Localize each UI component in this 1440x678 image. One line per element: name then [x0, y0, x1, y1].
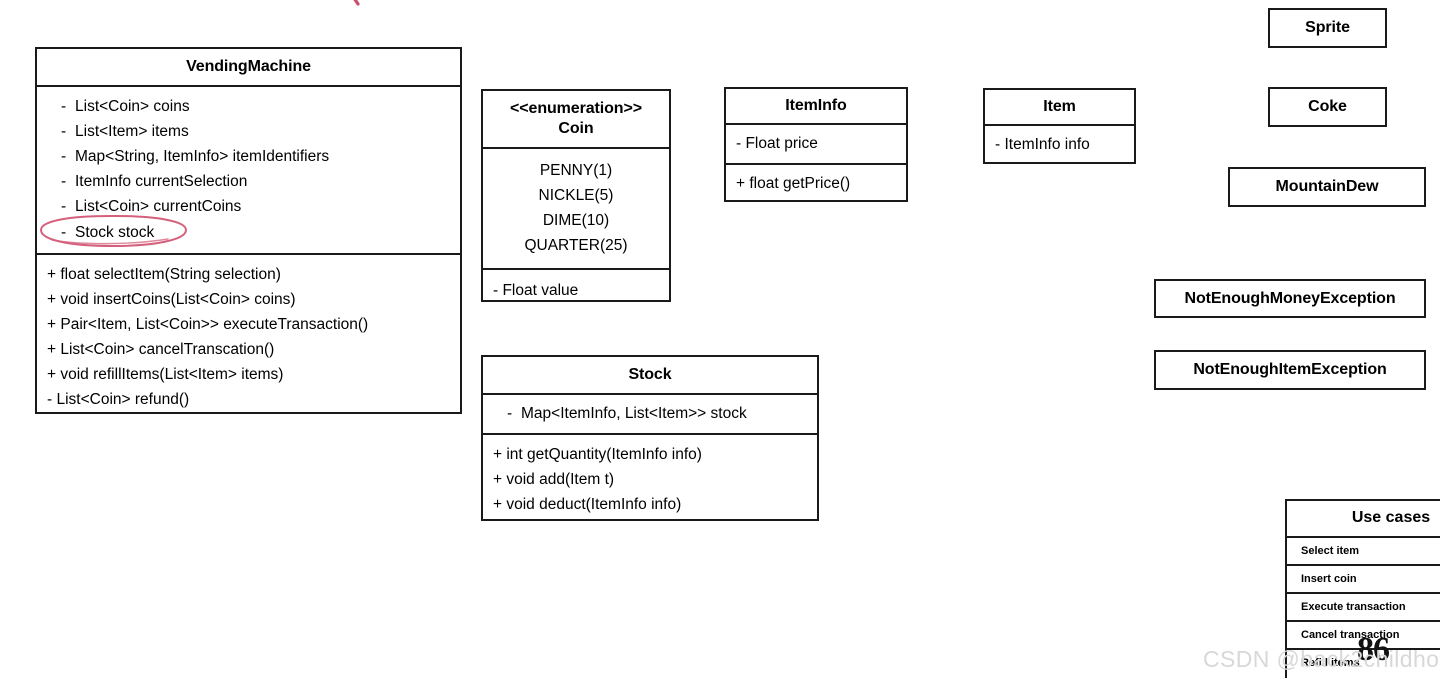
method-row: - List<Coin> refund()	[47, 391, 190, 409]
class-title-text: VendingMachine	[186, 58, 311, 75]
class-title-text: Item	[1043, 98, 1076, 115]
class-title-text: NotEnoughMoneyException	[1184, 289, 1396, 307]
attributes-compartment-item: - ItemInfo info	[985, 124, 1134, 164]
class-title-text: Stock	[628, 366, 672, 383]
attributes-compartment-vending-machine: - List<Coin> coins - List<Item> items - …	[37, 85, 460, 253]
methods-compartment-vending-machine: + float selectItem(String selection) + v…	[37, 252, 460, 421]
class-box-vending-machine: VendingMachine - List<Coin> coins - List…	[35, 47, 462, 414]
red-ink-stroke-annotation	[353, 0, 360, 6]
attribute-row-stock-stock: - Stock stock	[37, 220, 460, 245]
stereotype-text: <<enumeration>>	[510, 100, 642, 117]
visibility-marker: -	[61, 123, 67, 141]
diagram-canvas: VendingMachine - List<Coin> coins - List…	[0, 0, 1440, 678]
class-title-text: Coke	[1308, 98, 1347, 115]
class-title-text: MountainDew	[1275, 178, 1379, 195]
method-row: + Pair<Item, List<Coin>> executeTransact…	[47, 315, 369, 333]
enum-title-text: Coin	[558, 120, 594, 137]
attribute-row: - List<Coin> currentCoins	[37, 194, 460, 219]
class-title-text: ItemInfo	[785, 97, 847, 114]
attribute-text: ItemInfo currentSelection	[75, 173, 248, 191]
method-row: + int getQuantity(ItemInfo info)	[493, 446, 702, 464]
visibility-marker: -	[61, 148, 67, 166]
enum-literal-row: DIME(10)	[542, 212, 610, 230]
class-box-item: Item - ItemInfo info	[983, 88, 1136, 164]
attribute-row: - Map<ItemInfo, List<Item>> stock	[483, 401, 817, 426]
attribute-row: - Float value	[493, 282, 579, 300]
attribute-text: Map<String, ItemInfo> itemIdentifiers	[75, 148, 330, 166]
attributes-compartment-coin: - Float value	[483, 268, 669, 312]
enum-box-coin: <<enumeration>> Coin PENNY(1) NICKLE(5) …	[481, 89, 671, 302]
attribute-text: Map<ItemInfo, List<Item>> stock	[521, 405, 747, 422]
visibility-marker: -	[61, 223, 67, 241]
class-box-coke: Coke	[1268, 87, 1387, 127]
attribute-row: - Float price	[736, 135, 818, 152]
attribute-text: Stock stock	[75, 223, 155, 241]
attributes-compartment-stock: - Map<ItemInfo, List<Item>> stock	[483, 393, 817, 433]
attributes-compartment-item-info: - Float price	[726, 123, 906, 163]
literals-compartment-coin: PENNY(1) NICKLE(5) DIME(10) QUARTER(25)	[483, 147, 669, 268]
use-case-row: Insert coin	[1287, 566, 1440, 594]
class-box-not-enough-item-exception: NotEnoughItemException	[1154, 350, 1426, 390]
enum-literal-row: PENNY(1)	[539, 162, 613, 179]
enum-literal-row: NICKLE(5)	[538, 187, 614, 205]
csdn-watermark: CSDN @back2childhood	[1203, 646, 1440, 672]
class-box-sprite: Sprite	[1268, 8, 1387, 48]
methods-compartment-item-info: + float getPrice()	[726, 163, 906, 203]
enum-name-coin: <<enumeration>> Coin	[483, 91, 669, 147]
attribute-row: - List<Coin> coins	[37, 94, 460, 119]
attribute-text: List<Coin> currentCoins	[75, 198, 242, 216]
attribute-row: - ItemInfo currentSelection	[37, 169, 460, 194]
class-name-item: Item	[985, 90, 1134, 124]
method-row: + void refillItems(List<Item> items)	[47, 366, 284, 384]
class-name-vending-machine: VendingMachine	[37, 49, 460, 85]
class-name-item-info: ItemInfo	[726, 89, 906, 123]
class-box-mountain-dew: MountainDew	[1228, 167, 1426, 207]
class-title-text: NotEnoughItemException	[1193, 361, 1387, 378]
method-row: + void deduct(ItemInfo info)	[493, 496, 682, 514]
visibility-marker: -	[61, 173, 67, 191]
methods-compartment-stock: + int getQuantity(ItemInfo info) + void …	[483, 433, 817, 525]
visibility-marker: -	[61, 198, 67, 216]
attribute-text: List<Item> items	[75, 123, 189, 141]
attribute-text: List<Coin> coins	[75, 98, 190, 115]
method-row: + List<Coin> cancelTranscation()	[47, 340, 275, 358]
enum-literal-row: QUARTER(25)	[524, 237, 628, 255]
attribute-row: - List<Item> items	[37, 119, 460, 144]
class-box-item-info: ItemInfo - Float price + float getPrice(…	[724, 87, 908, 202]
method-row: + float getPrice()	[736, 175, 851, 193]
class-name-stock: Stock	[483, 357, 817, 393]
method-row: + float selectItem(String selection)	[47, 265, 281, 283]
use-case-row: Select item	[1287, 538, 1440, 566]
visibility-marker: -	[61, 98, 67, 115]
attribute-row: - Map<String, ItemInfo> itemIdentifiers	[37, 144, 460, 169]
method-row: + void insertCoins(List<Coin> coins)	[47, 290, 296, 308]
visibility-marker: -	[507, 405, 513, 422]
class-box-not-enough-money-exception: NotEnoughMoneyException	[1154, 279, 1426, 318]
class-box-stock: Stock - Map<ItemInfo, List<Item>> stock …	[481, 355, 819, 521]
attribute-row: - ItemInfo info	[995, 136, 1090, 153]
use-cases-title: Use cases	[1287, 501, 1440, 538]
method-row: + void add(Item t)	[493, 471, 615, 489]
use-case-row: Execute transaction	[1287, 594, 1440, 622]
class-title-text: Sprite	[1305, 19, 1350, 36]
